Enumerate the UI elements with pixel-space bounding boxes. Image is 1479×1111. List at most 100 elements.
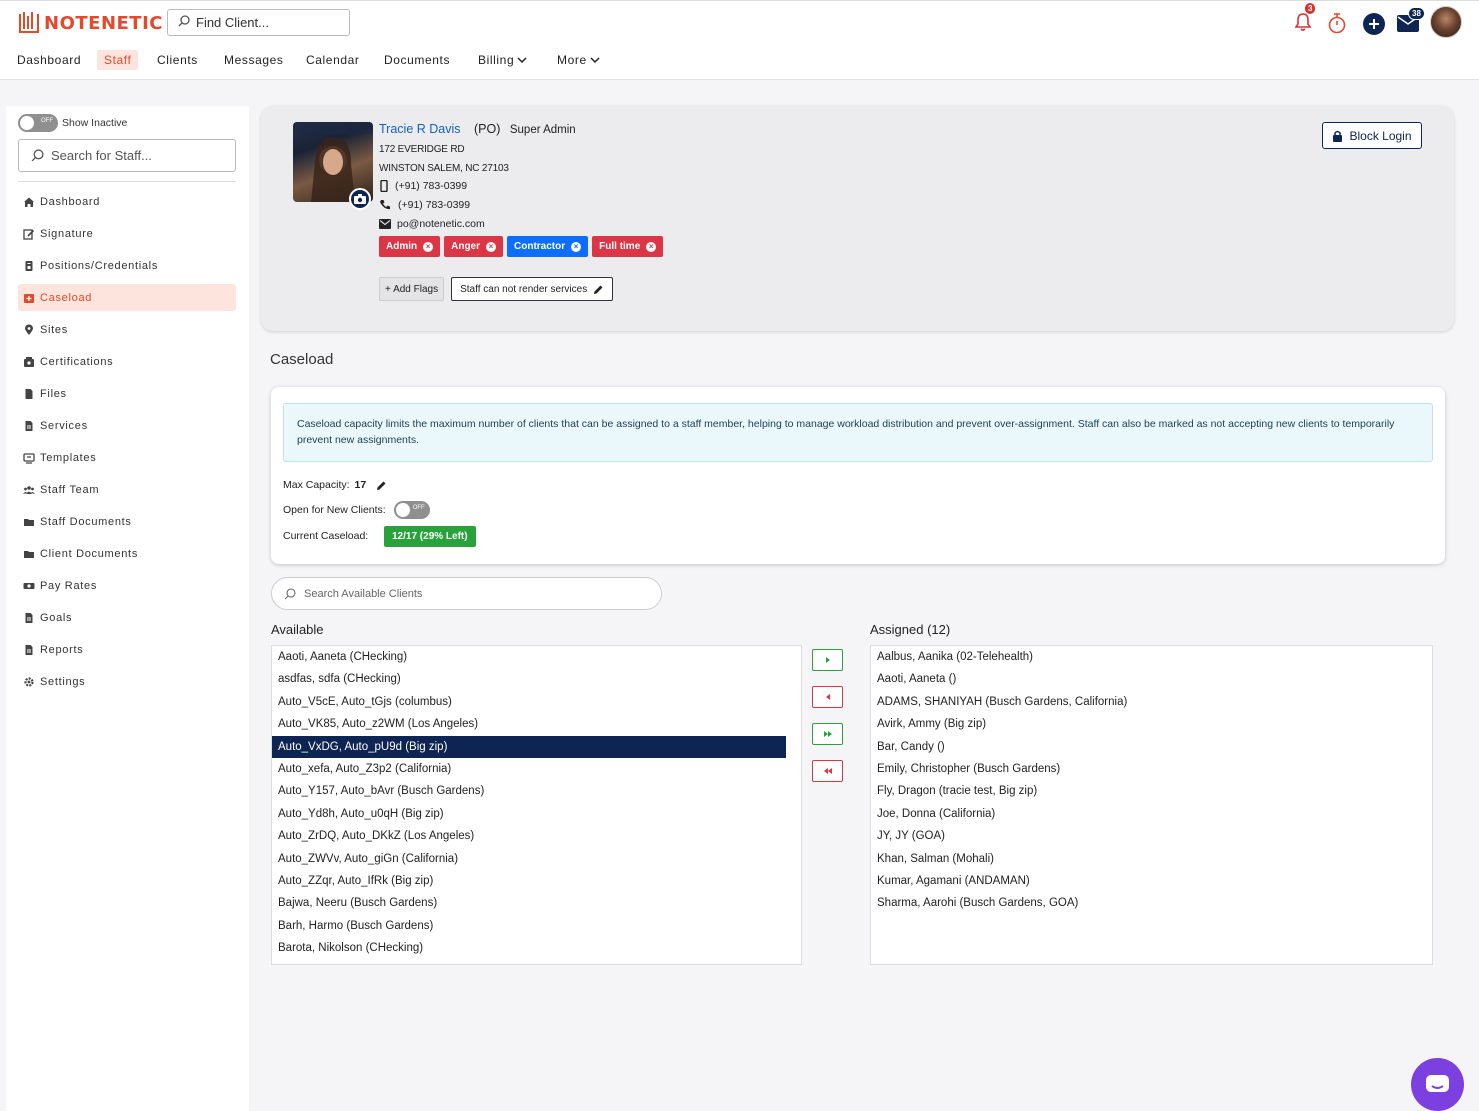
map-pin-icon xyxy=(23,324,35,336)
move-left-button[interactable] xyxy=(812,686,843,708)
remove-flag-icon[interactable]: × xyxy=(486,241,497,252)
nav-clients[interactable]: Clients xyxy=(157,53,198,67)
add-button[interactable] xyxy=(1363,13,1385,35)
render-services-label: Staff can not render services xyxy=(460,283,588,295)
nav-billing[interactable]: Billing xyxy=(478,53,527,67)
assigned-list-item[interactable]: Khan, Salman (Mohali) xyxy=(871,848,1432,870)
assigned-list[interactable]: Aalbus, Aanika (02-Telehealth) Aaoti, Aan… xyxy=(870,645,1433,965)
add-flags-button[interactable]: + Add Flags xyxy=(379,277,445,301)
available-list-item[interactable]: Auto_xefa, Auto_Z3p2 (California) xyxy=(272,758,786,780)
toggle-state: OFF xyxy=(41,118,53,124)
assigned-title: Assigned (12) xyxy=(870,622,951,637)
sidebar-item-settings[interactable]: Settings xyxy=(18,668,236,695)
assigned-list-item[interactable]: Joe, Donna (California) xyxy=(871,803,1432,825)
remove-flag-icon[interactable]: × xyxy=(423,241,434,252)
sidebar-item-templates[interactable]: Templates xyxy=(18,444,236,471)
sidebar-item-reports[interactable]: Reports xyxy=(18,636,236,663)
lock-icon xyxy=(1333,130,1343,142)
sidebar-item-sites[interactable]: Sites xyxy=(18,316,236,343)
show-inactive-toggle[interactable]: OFF xyxy=(18,114,58,132)
template-icon xyxy=(23,452,35,464)
sidebar-item-pay-rates[interactable]: Pay Rates xyxy=(18,572,236,599)
change-photo-button[interactable] xyxy=(349,188,371,210)
notifications-button[interactable]: 3 xyxy=(1294,3,1316,35)
open-new-clients-row: Open for New Clients: OFF xyxy=(283,501,430,519)
max-capacity-value: 17 xyxy=(354,479,367,491)
available-list-item[interactable]: Auto_ZWVv, Auto_giGn (California) xyxy=(272,848,786,870)
move-right-button[interactable] xyxy=(812,649,843,671)
team-icon xyxy=(23,484,35,496)
search-icon xyxy=(178,15,190,30)
assigned-list-item[interactable]: JY, JY (GOA) xyxy=(871,825,1432,847)
sidebar-item-caseload[interactable]: Caseload xyxy=(18,284,236,311)
move-all-left-button[interactable] xyxy=(812,760,843,782)
sidebar-item-files[interactable]: Files xyxy=(18,380,236,407)
assigned-list-item[interactable]: Aalbus, Aanika (02-Telehealth) xyxy=(871,646,1432,668)
available-list-item[interactable]: Auto_ZrDQ, Auto_DKkZ (Los Angeles) xyxy=(272,825,786,847)
find-client-input[interactable]: Find Client... xyxy=(167,9,350,36)
sidebar-item-positions-credentials[interactable]: Positions/Credentials xyxy=(18,252,236,279)
remove-flag-icon[interactable]: × xyxy=(571,241,582,252)
available-list-item[interactable]: Aaoti, Aaneta (CHecking) xyxy=(272,646,786,668)
sidebar-item-goals[interactable]: Goals xyxy=(18,604,236,631)
phone-number: (+91) 783-0399 xyxy=(398,199,471,211)
available-list[interactable]: Aaoti, Aaneta (CHecking) asdfas, sdfa (CH… xyxy=(271,645,802,965)
nav-messages[interactable]: Messages xyxy=(224,53,284,67)
assigned-list-item[interactable]: ADAMS, SHANIYAH (Busch Gardens, Californ… xyxy=(871,691,1432,713)
show-inactive-label: Show Inactive xyxy=(62,117,128,129)
sidebar-item-dashboard[interactable]: Dashboard xyxy=(18,188,236,215)
assigned-list-item[interactable]: Avirk, Ammy (Big zip) xyxy=(871,713,1432,735)
caseload-info-box: Caseload capacity limits the maximum num… xyxy=(283,403,1433,462)
triangle-left-icon xyxy=(825,694,830,700)
messages-button[interactable]: 38 xyxy=(1397,7,1425,35)
available-clients-search[interactable]: Search Available Clients xyxy=(271,577,662,610)
home-icon xyxy=(23,196,35,208)
assigned-list-item[interactable]: Kumar, Agamani (ANDAMAN) xyxy=(871,870,1432,892)
open-new-clients-toggle[interactable]: OFF xyxy=(393,501,430,519)
assigned-list-item[interactable]: Bar, Candy () xyxy=(871,736,1432,758)
available-list-item[interactable]: Barh, Harmo (Busch Gardens) xyxy=(272,915,786,937)
nav-more[interactable]: More xyxy=(557,53,600,67)
edit-pencil-icon[interactable] xyxy=(376,480,387,491)
assigned-list-item[interactable]: Sharma, Aarohi (Busch Gardens, GOA) xyxy=(871,892,1432,914)
available-list-item[interactable]: asdfas, sdfa (CHecking) xyxy=(272,668,786,690)
plus-icon xyxy=(1369,19,1379,29)
available-list-item[interactable]: Auto_Yd8h, Auto_u0qH (Big zip) xyxy=(272,803,786,825)
sidebar-item-signature[interactable]: Signature xyxy=(18,220,236,247)
sidebar-item-client-documents[interactable]: Client Documents xyxy=(18,540,236,567)
nav-calendar[interactable]: Calendar xyxy=(306,53,360,67)
timer-button[interactable] xyxy=(1327,12,1347,37)
user-avatar[interactable] xyxy=(1430,6,1462,38)
sidebar-item-services[interactable]: Services xyxy=(18,412,236,439)
assigned-list-item[interactable]: Fly, Dragon (tracie test, Big zip) xyxy=(871,780,1432,802)
nav-staff[interactable]: Staff xyxy=(97,50,139,70)
flag-chip: Full time × xyxy=(592,236,664,257)
phone-icon xyxy=(380,200,390,210)
available-list-item[interactable]: Auto_VK85, Auto_z2WM (Los Angeles) xyxy=(272,713,786,735)
staff-name[interactable]: Tracie R Davis xyxy=(379,122,461,136)
sidebar-item-certifications[interactable]: Certifications xyxy=(18,348,236,375)
available-clients-search-placeholder: Search Available Clients xyxy=(304,587,423,600)
remove-flag-icon[interactable]: × xyxy=(646,241,657,252)
assigned-list-item[interactable]: Aaoti, Aaneta () xyxy=(871,668,1432,690)
staff-search-input[interactable]: Search for Staff... xyxy=(18,139,236,172)
nav-dashboard[interactable]: Dashboard xyxy=(17,53,81,67)
available-list-item[interactable]: Auto_ZZqr, Auto_IfRk (Big zip) xyxy=(272,870,786,892)
sidebar-item-staff-team[interactable]: Staff Team xyxy=(18,476,236,503)
nav-documents[interactable]: Documents xyxy=(384,53,450,67)
sidebar-item-label: Signature xyxy=(40,227,94,240)
logo[interactable]: NOTENETIC xyxy=(18,10,163,37)
chat-button[interactable] xyxy=(1411,1058,1464,1111)
document-icon xyxy=(23,420,35,432)
assigned-list-item[interactable]: Emily, Christopher (Busch Gardens) xyxy=(871,758,1432,780)
available-list-item[interactable]: Bajwa, Neeru (Busch Gardens) xyxy=(272,892,786,914)
bell-icon xyxy=(1294,13,1312,31)
available-list-item[interactable]: Auto_Y157, Auto_bAvr (Busch Gardens) xyxy=(272,780,786,802)
move-all-right-button[interactable] xyxy=(812,723,843,745)
block-login-button[interactable]: Block Login xyxy=(1322,122,1422,149)
available-list-item[interactable]: Auto_VxDG, Auto_pU9d (Big zip) xyxy=(272,735,786,758)
render-services-button[interactable]: Staff can not render services xyxy=(451,277,614,301)
sidebar-item-staff-documents[interactable]: Staff Documents xyxy=(18,508,236,535)
available-list-item[interactable]: Auto_V5cE, Auto_tGjs (columbus) xyxy=(272,691,786,713)
available-list-item[interactable]: Barota, Nikolson (CHecking) xyxy=(272,937,786,959)
